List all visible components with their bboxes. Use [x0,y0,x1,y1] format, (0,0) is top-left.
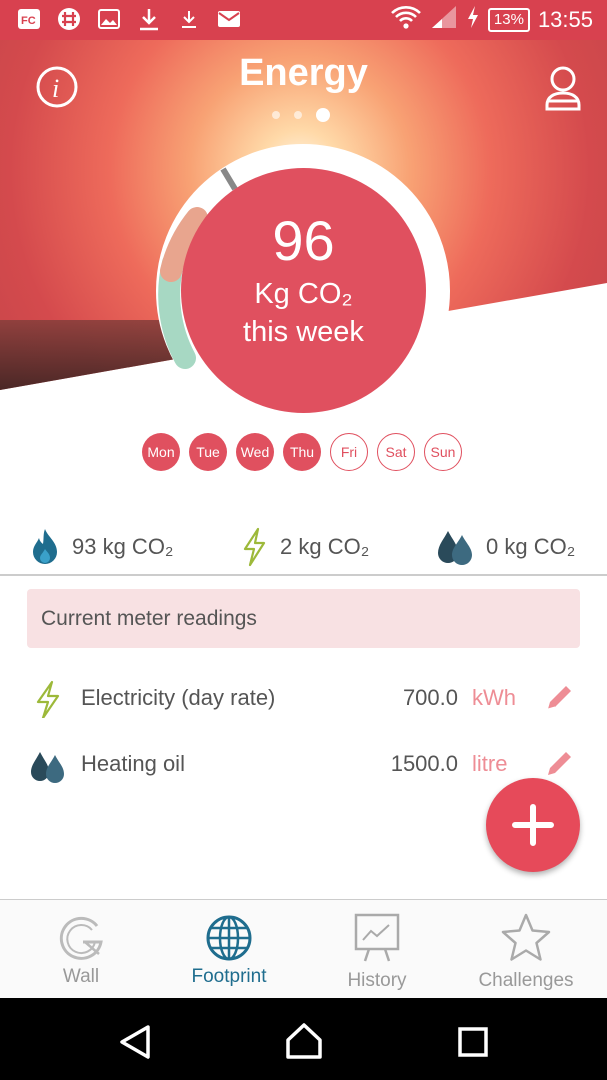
day-mon[interactable]: Mon [142,433,180,471]
co2-unit: Kg CO₂ [254,278,353,310]
nav-footprint[interactable]: Footprint [154,900,304,999]
recents-icon[interactable] [457,1026,489,1058]
nav-challenges[interactable]: Challenges [451,900,601,999]
fk-app-icon: FC [16,6,42,32]
profile-button[interactable] [543,65,583,111]
meter-value: 700.0 [402,685,458,710]
charging-icon [466,5,480,35]
clock: 13:55 [537,7,593,32]
image-icon [96,6,122,32]
summary-electricity-text: 2 kg CO₂ [280,534,370,559]
add-reading-button[interactable] [486,778,580,872]
co2-value: 96 [272,209,335,272]
lightning-icon [243,527,266,567]
page-indicator [272,108,330,122]
nav-label: Challenges [478,970,574,991]
battery-indicator: 13% [487,8,530,32]
summary-oil-text: 0 kg CO₂ [486,534,576,559]
nav-label: Wall [62,966,100,987]
oil-drops-icon [31,752,64,783]
day-fri[interactable]: Fri [330,433,368,471]
meter-unit: kWh [472,685,516,710]
meter-readings-header: Current meter readings [27,589,580,648]
day-thu[interactable]: Thu [283,433,321,471]
user-icon [545,66,581,111]
weekday-selector: Mon Tue Wed Thu Fri Sat Sun [142,433,462,471]
meter-label: Heating oil [81,751,185,776]
meter-label: Electricity (day rate) [81,685,276,710]
edit-pencil-icon[interactable] [543,748,575,780]
wifi-icon [390,4,422,36]
summary-oil: 0 kg CO₂ [436,525,575,569]
edit-pencil-icon[interactable] [543,682,575,714]
bottom-navigation: Wall Footprint History Challenges [0,899,607,999]
system-navigation-bar [0,998,607,1080]
download-icon [136,6,162,32]
meter-value: 1500.0 [390,751,458,776]
globe-icon [206,915,252,961]
signal-icon [430,4,458,36]
day-tue[interactable]: Tue [189,433,227,471]
plus-icon [512,804,554,846]
divider [0,574,607,576]
star-icon [501,913,551,961]
page-dot [294,111,302,119]
nav-history[interactable]: History [302,900,452,999]
page-title: Energy [239,52,368,94]
co2-period: this week [243,316,364,348]
nav-label: Footprint [191,966,267,987]
oil-drops-icon [438,531,472,565]
summary-heating-text: 93 kg CO₂ [72,534,174,559]
status-bar: FC 13% 13:55 [0,0,607,40]
flame-icon [33,529,57,564]
summary-electricity: 2 kg CO₂ [240,525,369,569]
meter-reading-row[interactable]: Electricity (day rate) 700.0 kWh [0,674,607,724]
co2-summary: 93 kg CO₂ 2 kg CO₂ 0 kg CO₂ [0,525,607,569]
back-icon[interactable] [118,1024,152,1060]
nav-label: History [347,970,407,991]
meter-unit: litre [472,751,508,776]
wall-g-icon [59,916,103,960]
slack-icon [56,6,82,32]
day-sun[interactable]: Sun [424,433,462,471]
day-sat[interactable]: Sat [377,433,415,471]
day-wed[interactable]: Wed [236,433,274,471]
svg-text:FC: FC [21,15,36,27]
weekly-co2-circle[interactable]: 96 Kg CO₂ this week [181,168,426,413]
summary-heating: 93 kg CO₂ [30,525,173,569]
page-dot [272,111,280,119]
home-icon[interactable] [285,1022,323,1060]
nav-wall[interactable]: Wall [6,900,156,999]
chart-board-icon [354,913,400,962]
mail-icon [216,6,242,32]
lightning-icon [36,680,60,718]
page-dot-active [316,108,330,122]
download-small-icon [176,6,202,32]
